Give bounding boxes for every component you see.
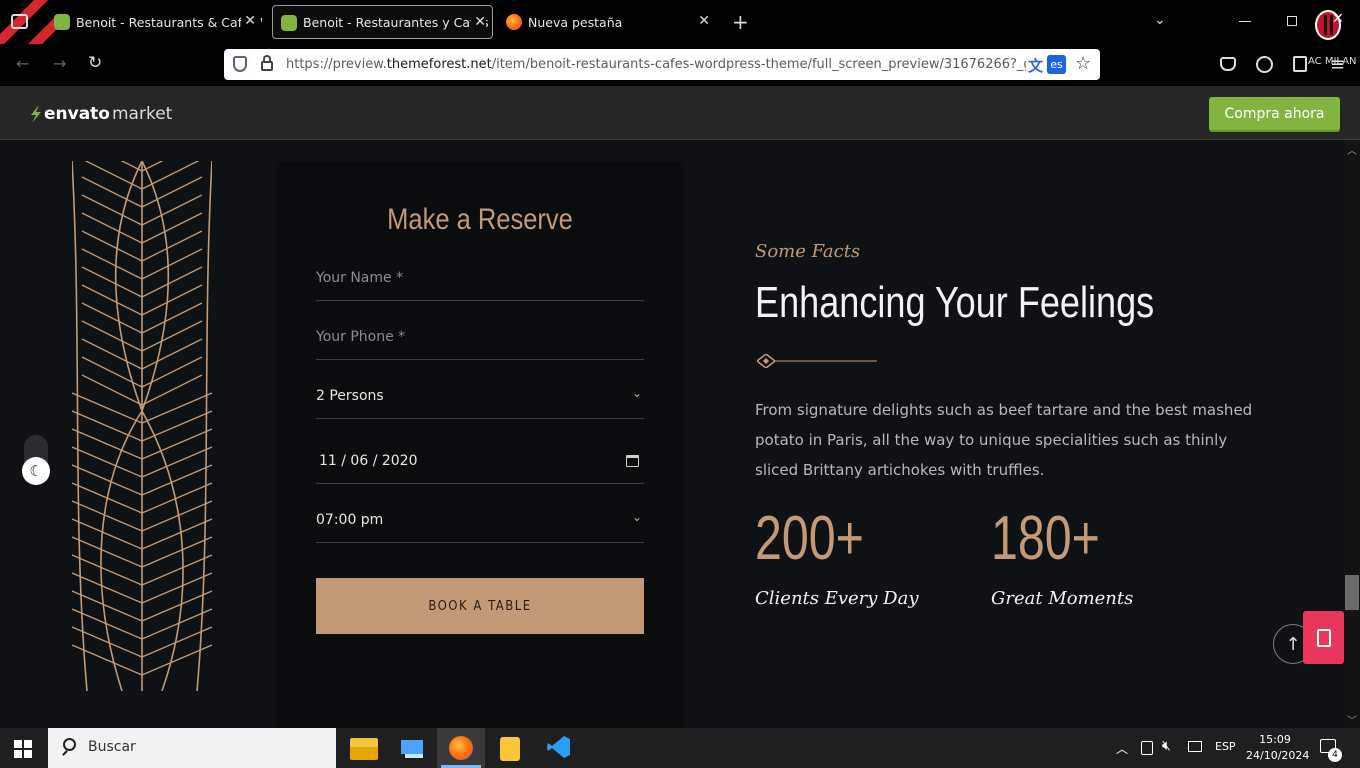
phone-placeholder: Your Phone * (316, 329, 406, 345)
forward-arrow-icon[interactable]: → (53, 54, 66, 73)
new-tab-plus-icon[interactable]: + (732, 10, 749, 34)
buy-now-button[interactable]: Compra ahora (1209, 97, 1340, 130)
firefox-favicon-icon (506, 14, 522, 30)
translate-language-badge[interactable]: es (1047, 55, 1066, 74)
address-bar[interactable]: https://preview.themeforest.net/item/ben… (224, 49, 1100, 80)
firefox-taskbar-button[interactable] (437, 728, 485, 768)
calendar-icon[interactable] (626, 455, 639, 467)
stat-moments: 180+ Great Moments (991, 504, 1134, 610)
clock-time: 15:09 (1259, 733, 1291, 746)
bookmark-star-icon[interactable]: ☆ (1075, 53, 1091, 74)
book-table-button[interactable]: BOOK A TABLE (316, 578, 644, 634)
account-icon[interactable] (1256, 56, 1273, 73)
date-value: 11 / 06 / 2020 (319, 453, 418, 469)
paragraph-line: sliced Brittany artichokes with truffles… (755, 461, 1045, 479)
language-indicator[interactable]: ESP (1215, 740, 1236, 753)
stat-number: 200+ (755, 504, 864, 573)
stat-number: 180+ (991, 504, 1100, 573)
time-value: 07:00 pm (316, 512, 384, 528)
browser-nav-bar: ← → ↻ https://preview.themeforest.net/it… (0, 44, 1360, 86)
tab-list-icon[interactable] (11, 14, 28, 29)
search-icon (63, 738, 76, 751)
windows-start-icon[interactable] (14, 740, 32, 758)
paragraph-line: potato in Paris, all the way to unique s… (755, 431, 1228, 449)
restore-icon[interactable] (1287, 16, 1297, 26)
clock-date: 24/10/2024 (1246, 749, 1310, 762)
envato-favicon-icon (281, 15, 297, 31)
extensions-icon[interactable] (1293, 56, 1307, 72)
clock[interactable]: 15:09 24/10/2024 (1246, 732, 1310, 764)
page-scrollbar[interactable]: ︿ ﹀ (1344, 140, 1360, 728)
facts-heading: Enhancing Your Feelings (755, 278, 1155, 327)
reservation-form: Make a Reserve Your Name * Your Phone * … (276, 161, 684, 728)
volume-muted-icon[interactable]: 🔇︎ (1162, 738, 1171, 754)
tracking-shield-icon[interactable] (233, 56, 247, 72)
tab-new-tab[interactable]: Nueva pestaña ✕ (498, 5, 716, 39)
app-menu-icon[interactable]: ≡ (1330, 54, 1345, 75)
close-tab-icon[interactable]: ✕ (471, 14, 486, 30)
network-icon[interactable] (1188, 741, 1202, 752)
tab-title: Benoit - Restaurants & Cafes W (76, 14, 262, 30)
date-field[interactable]: 11 / 06 / 2020 (316, 425, 644, 484)
persons-value: 2 Persons (316, 388, 384, 404)
browser-tab-bar: Benoit - Restaurants & Cafes W ✕ Benoit … (0, 0, 1360, 86)
facts-paragraph: From signature delights such as beef tar… (755, 395, 1275, 485)
search-placeholder: Buscar (88, 739, 136, 755)
envato-leaf-icon (31, 105, 41, 123)
scroll-up-arrow-icon[interactable]: ︿ (1347, 142, 1357, 157)
envato-favicon-icon (54, 14, 70, 30)
translate-icon[interactable]: 文 (1028, 55, 1043, 76)
windows-taskbar: Buscar ︿ 🔇︎ ESP 15:09 24/10/2024 4 (0, 728, 1360, 768)
name-field[interactable]: Your Name * (316, 242, 644, 301)
notification-count-badge: 4 (1328, 748, 1342, 762)
facts-kicker: Some Facts (755, 241, 861, 262)
moon-icon[interactable]: ☾ (22, 457, 50, 485)
lock-shackle (263, 55, 271, 63)
chevron-down-icon: ⌄ (631, 510, 642, 524)
logo-text-light: market (112, 104, 173, 124)
notes-app-icon[interactable] (500, 737, 520, 761)
search-icon-handle (62, 750, 68, 756)
persons-select[interactable]: 2 Persons ⌄ (316, 360, 644, 419)
reload-icon[interactable]: ↻ (88, 53, 102, 73)
stat-label: Clients Every Day (755, 588, 919, 609)
scroll-down-arrow-icon[interactable]: ﹀ (1347, 712, 1357, 727)
exit-preview-button[interactable] (1303, 611, 1344, 664)
envato-header: envato market Compra ahora (0, 86, 1360, 140)
tab-benoit-es[interactable]: Benoit - Restaurantes y Cafés de ✕ (272, 5, 493, 39)
envato-market-logo[interactable]: envato market (29, 103, 172, 125)
vscode-icon[interactable] (546, 734, 574, 762)
store-icon[interactable] (399, 736, 427, 764)
url-text: https://preview.themeforest.net/item/ben… (286, 57, 1026, 72)
form-title: Make a Reserve (387, 203, 573, 236)
theme-preview-content: Make a Reserve Your Name * Your Phone * … (0, 140, 1344, 728)
close-window-icon[interactable]: ✕ (1332, 11, 1344, 27)
file-explorer-icon[interactable] (350, 738, 378, 760)
logo-text-bold: envato (44, 104, 110, 124)
scrollbar-thumb[interactable] (1345, 575, 1359, 610)
door-exit-icon (1316, 628, 1331, 647)
chevron-down-icon: ⌄ (631, 386, 642, 400)
paragraph-line: From signature delights such as beef tar… (755, 401, 1253, 419)
minimize-icon[interactable] (1239, 21, 1251, 22)
phone-field[interactable]: Your Phone * (316, 301, 644, 360)
meet-now-icon[interactable] (1141, 741, 1153, 755)
time-select[interactable]: 07:00 pm ⌄ (316, 484, 644, 543)
diamond-divider-icon (755, 353, 877, 369)
leaf-pattern-decoration (71, 140, 213, 692)
tab-title: Benoit - Restaurantes y Cafés de (303, 14, 493, 30)
tab-benoit-en[interactable]: Benoit - Restaurants & Cafes W ✕ (46, 5, 262, 39)
firefox-icon (449, 736, 473, 760)
pocket-icon[interactable] (1220, 57, 1236, 71)
tab-title: Nueva pestaña (528, 14, 623, 30)
name-placeholder: Your Name * (316, 270, 404, 286)
show-hidden-icons-chevron-icon[interactable]: ︿ (1116, 740, 1128, 757)
back-arrow-icon[interactable]: ← (16, 54, 29, 73)
close-tab-icon[interactable]: ✕ (698, 13, 710, 29)
list-all-tabs-chevron-icon[interactable]: ⌄ (1154, 12, 1166, 28)
stat-clients: 200+ Clients Every Day (755, 504, 919, 610)
stat-label: Great Moments (991, 588, 1134, 609)
close-tab-icon[interactable]: ✕ (241, 13, 256, 29)
taskbar-search-box[interactable]: Buscar (48, 728, 336, 768)
